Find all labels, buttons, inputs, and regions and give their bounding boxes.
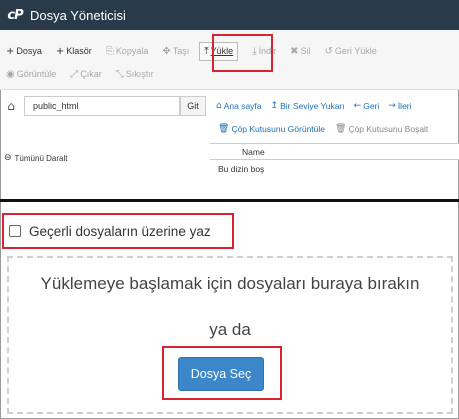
new-file-button[interactable]: + Dosya: [6, 46, 42, 57]
empty-trash-link[interactable]: 🗑 Çöp Kutusunu Boşalt: [335, 124, 428, 134]
new-file-label: Dosya: [16, 46, 42, 56]
compress-icon: ⤡: [115, 68, 124, 80]
home-icon: ⌂: [216, 101, 222, 111]
overwrite-checkbox[interactable]: [9, 225, 21, 237]
delete-button[interactable]: ✖ Sil: [290, 46, 310, 57]
delete-label: Sil: [300, 46, 311, 56]
trash-icon: 🗑: [335, 124, 347, 134]
forward-link[interactable]: → İleri: [388, 101, 411, 111]
name-column-header[interactable]: Name: [210, 144, 459, 160]
path-input[interactable]: [24, 96, 180, 116]
select-file-highlight: Dosya Seç: [162, 346, 282, 400]
home-link-label: Ana sayfa: [223, 101, 262, 111]
upload-button-highlight: [212, 34, 273, 72]
restore-label: Geri Yükle: [334, 46, 377, 56]
back-icon: ←: [353, 101, 362, 111]
view-button[interactable]: ◉ Görüntüle: [6, 69, 56, 80]
plus-icon: +: [55, 45, 65, 57]
copy-button[interactable]: ⎘ Kopyala: [106, 46, 149, 57]
view-trash-label: Çöp Kutusunu Görüntüle: [231, 124, 325, 134]
collapse-icon: ⊖: [4, 153, 12, 163]
drop-message: Yüklemeye başlamak için dosyaları buraya…: [40, 274, 420, 293]
move-icon: ✥: [162, 45, 171, 57]
overwrite-option[interactable]: Geçerli dosyaların üzerine yaz: [2, 213, 234, 249]
up-one-level-link[interactable]: ↥ Bir Seviye Yukarı: [271, 101, 345, 111]
delete-icon: ✖: [290, 45, 299, 57]
app-title: Dosya Yöneticisi: [30, 7, 126, 23]
extract-button[interactable]: ⤢ Çıkar: [70, 69, 102, 80]
section-divider: [0, 199, 459, 202]
back-link[interactable]: ← Geri: [354, 101, 380, 111]
view-trash-link[interactable]: 🗑 Çöp Kutusunu Görüntüle: [218, 124, 325, 134]
select-file-button[interactable]: Dosya Seç: [178, 357, 264, 391]
level-up-icon: ↥: [270, 101, 279, 111]
move-label: Taşı: [172, 46, 190, 56]
up-one-level-label: Bir Seviye Yukarı: [280, 101, 345, 111]
move-button[interactable]: ✥ Taşı: [162, 46, 189, 57]
extract-icon: ⤢: [70, 68, 79, 80]
empty-trash-label: Çöp Kutusunu Boşalt: [348, 124, 429, 134]
go-button[interactable]: Git: [180, 96, 206, 116]
home-link[interactable]: ⌂ Ana sayfa: [216, 101, 262, 111]
collapse-all-link[interactable]: ⊖ Tümünü Daralt: [4, 153, 67, 163]
plus-icon: +: [6, 45, 15, 57]
cpanel-logo-icon: cP: [7, 7, 23, 23]
new-folder-button[interactable]: + Klasör: [56, 46, 92, 57]
file-list-pane: ⌂ Ana sayfa ↥ Bir Seviye Yukarı ← Geri → İle…: [210, 91, 459, 199]
forward-icon: →: [388, 101, 396, 111]
copy-icon: ⎘: [105, 45, 114, 57]
forward-link-label: İleri: [397, 101, 412, 111]
directory-pane: ⌂ Git ⊖Tümünü Daralt: [0, 91, 206, 199]
title-bar: cP Dosya Yöneticisi: [0, 0, 459, 30]
navigation-bar: ⌂ Ana sayfa ↥ Bir Seviye Yukarı ← Geri → İle…: [216, 101, 421, 111]
upload-icon: ⤒: [204, 45, 209, 57]
restore-button[interactable]: ↺ Geri Yükle: [325, 46, 377, 57]
empty-directory-message: Bu dizin boş: [218, 164, 265, 174]
copy-label: Kopyala: [115, 46, 149, 56]
compress-label: Sıkıştır: [125, 69, 154, 79]
back-link-label: Geri: [363, 101, 380, 111]
view-label: Görüntüle: [16, 69, 57, 79]
compress-button[interactable]: ⤡ Sıkıştır: [116, 69, 154, 80]
or-label: ya da: [209, 320, 251, 339]
home-icon[interactable]: ⌂: [2, 97, 20, 115]
file-table: Name Bu dizin boş: [210, 143, 459, 174]
eye-icon: ◉: [6, 68, 15, 80]
toolbar-row-2: ◉ Görüntüle ⤢ Çıkar ⤡ Sıkıştır: [0, 61, 162, 87]
new-folder-label: Klasör: [66, 46, 92, 56]
extract-label: Çıkar: [80, 69, 102, 79]
trash-icon: 🗑: [218, 124, 230, 134]
restore-icon: ↺: [324, 45, 333, 57]
overwrite-label: Geçerli dosyaların üzerine yaz: [29, 223, 211, 239]
collapse-all-label: Tümünü Daralt: [14, 153, 68, 163]
trash-bar: 🗑 Çöp Kutusunu Görüntüle 🗑 Çöp Kutusunu Bo…: [218, 124, 438, 134]
